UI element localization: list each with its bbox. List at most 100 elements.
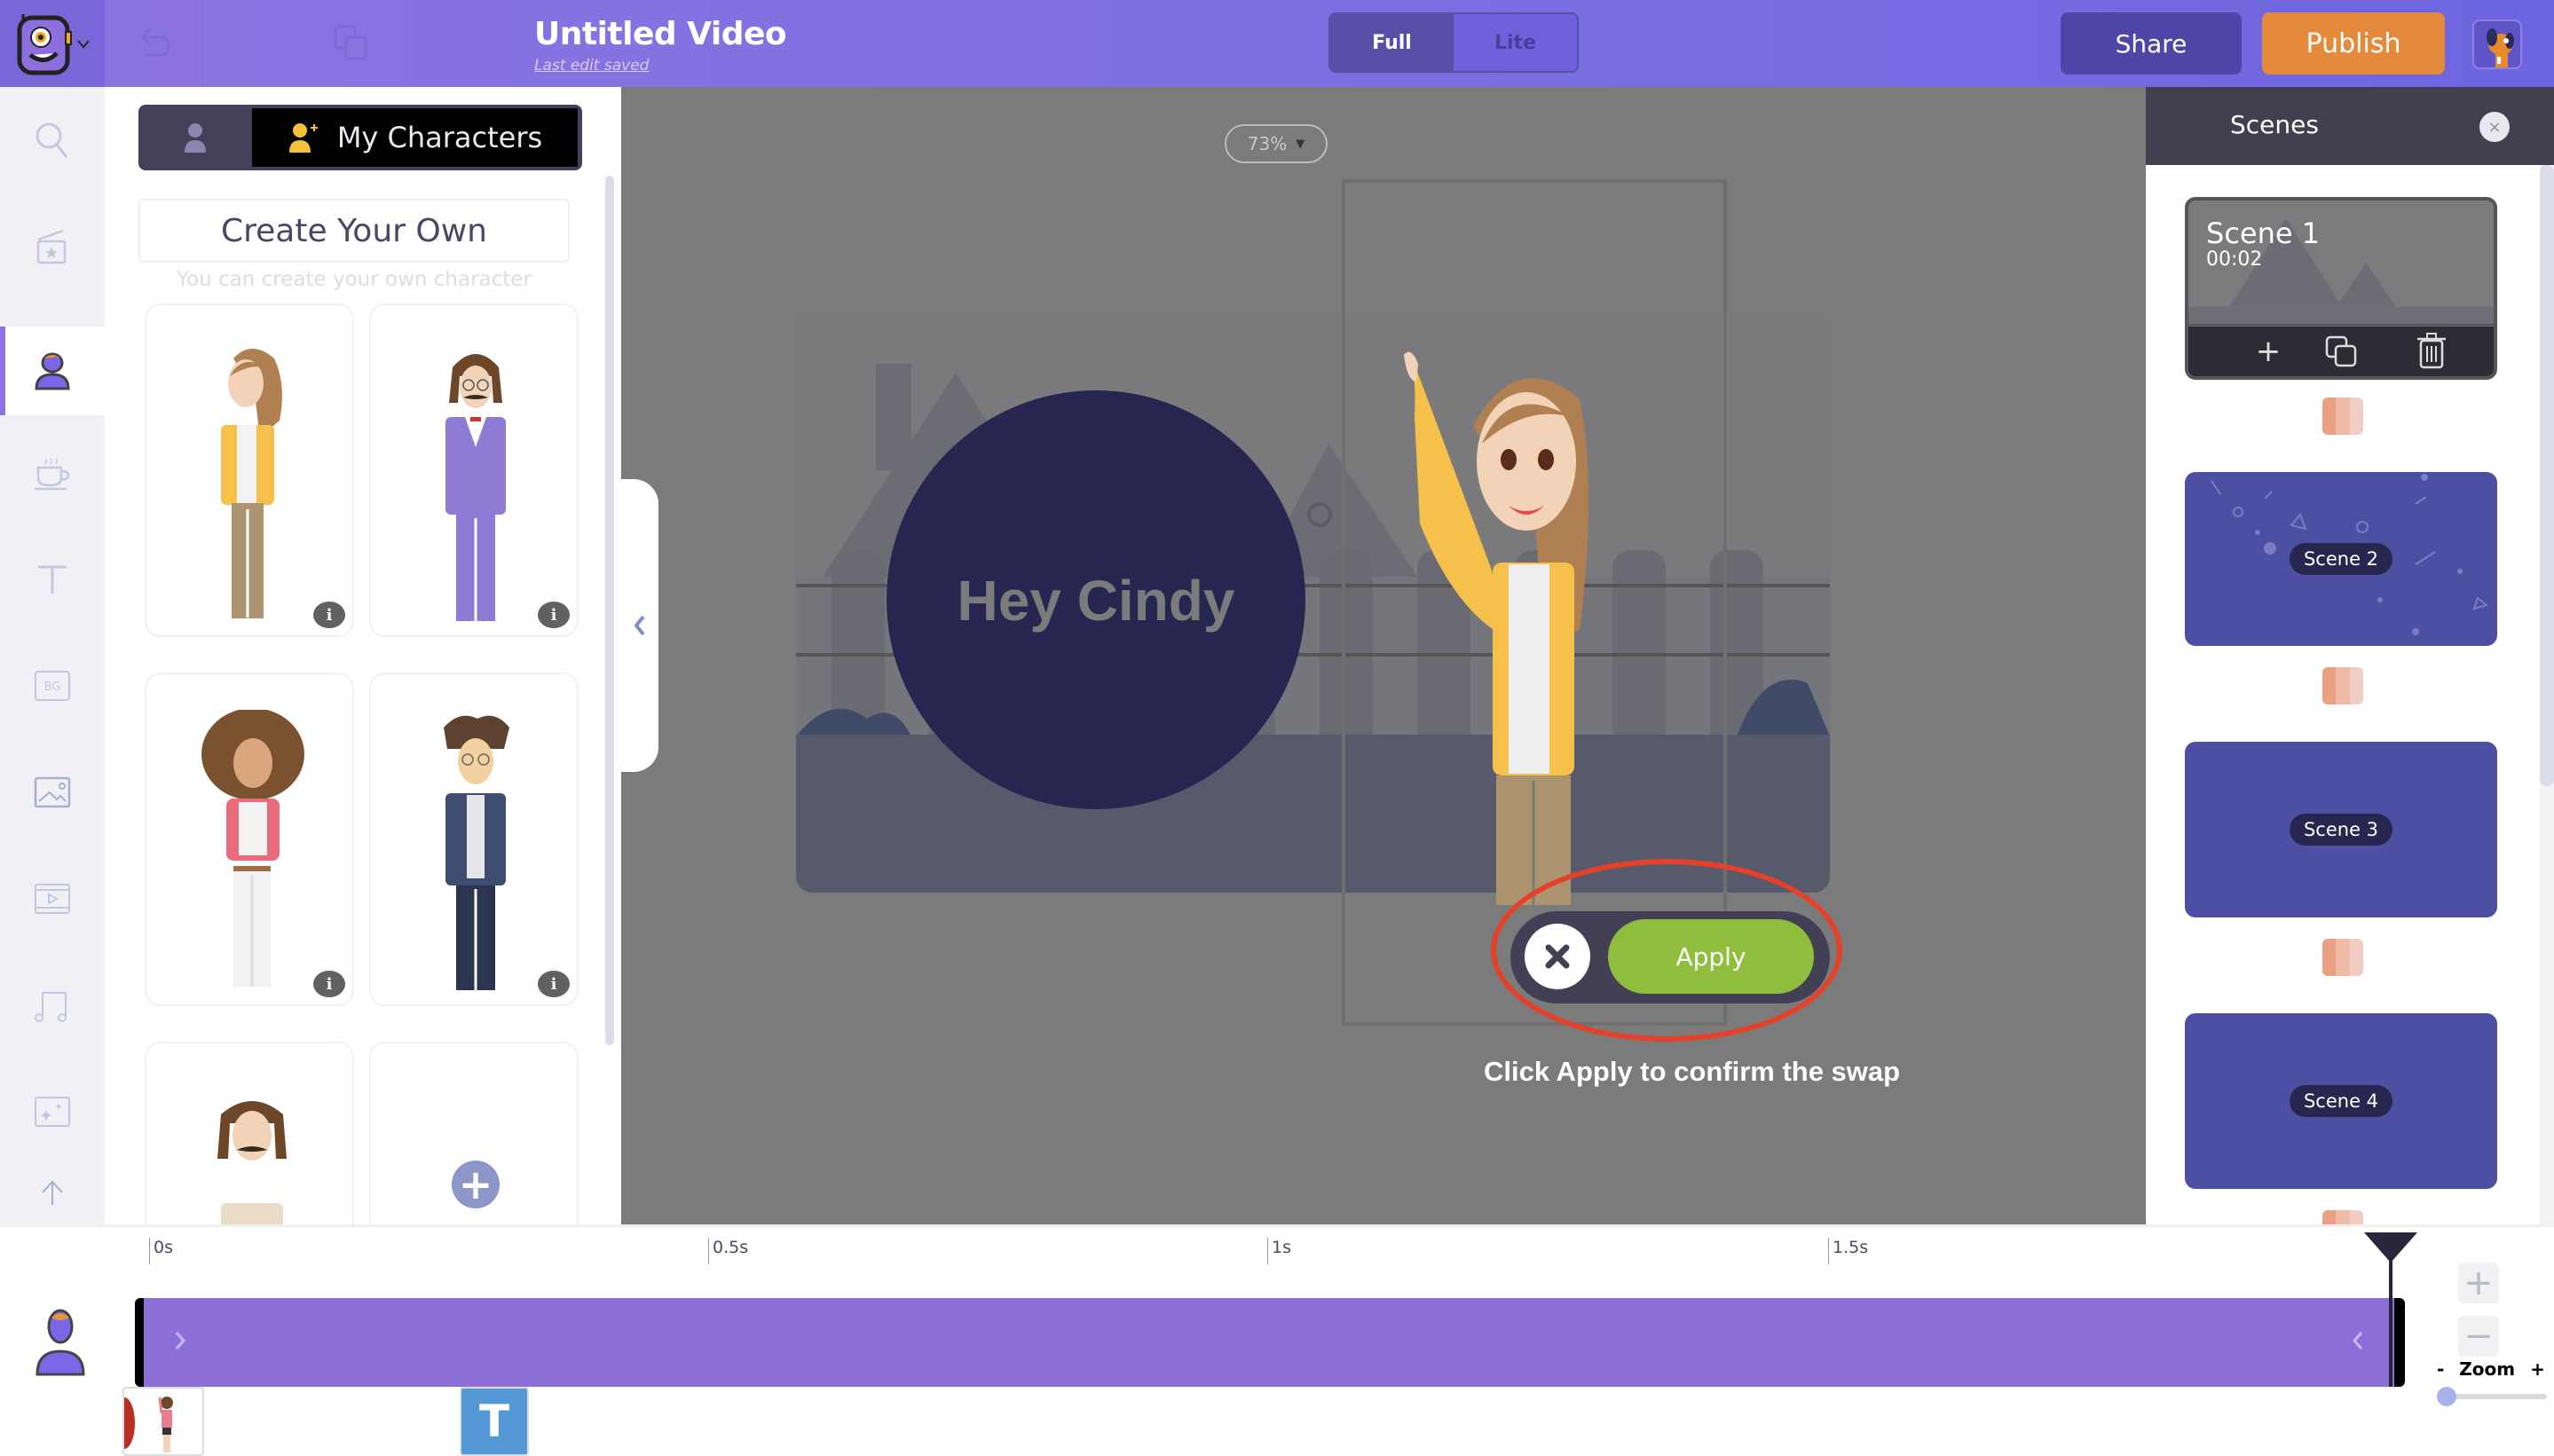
scenes-scrollbar[interactable] [2540,165,2554,1224]
props-icon [35,458,70,491]
effects-icon [35,1097,70,1127]
rail-text[interactable] [0,531,105,628]
info-icon[interactable]: i [313,602,345,628]
rail-search[interactable] [0,87,105,193]
timeline-tick: 0.5s [708,1238,748,1264]
add-person-icon [288,123,318,153]
timeline-tick: 1.5s [1828,1238,1868,1264]
cancel-swap-button[interactable] [1525,924,1590,989]
close-icon [1545,944,1570,969]
canvas-zoom-value: 73% [1247,133,1288,154]
rail-scene-templates[interactable] [0,193,105,300]
rail-upload[interactable] [0,1178,105,1224]
character-icon [35,352,70,390]
transition-button[interactable] [2322,939,2363,976]
video-title[interactable]: Untitled Video [534,16,787,52]
chevron-down-icon [77,40,90,49]
svg-text:BG: BG [44,681,61,694]
mode-lite-option[interactable]: Lite [1454,14,1577,71]
timeline-tick: 0s [149,1238,173,1264]
layer-thumbnail-character[interactable] [122,1387,204,1456]
tool-rail: BG [0,87,105,1224]
character-card[interactable]: i [369,673,579,1006]
delete-scene-icon[interactable] [2416,332,2448,369]
top-bar: Untitled Video Last edit saved Full Lite… [0,0,2554,87]
character-card[interactable]: i [145,303,354,637]
app-menu-button[interactable] [0,0,105,87]
rail-props[interactable] [0,424,105,522]
last-edit-status[interactable]: Last edit saved [534,57,649,75]
timeline: 0s 0.5s 1s 1.5s 2s T + − - Zoom + [0,1224,2554,1456]
character-woman-yellow-image [221,349,282,618]
rail-background[interactable]: BG [0,637,105,735]
layer-thumbnail-text[interactable]: T [460,1387,529,1456]
scene-2-label: Scene 2 [2289,543,2393,575]
character-man-mustache-image [217,1101,287,1228]
scene-item-1[interactable]: Scene 1 00:02 + [2185,197,2497,380]
duplicate-scene-icon[interactable] [2323,334,2359,369]
publish-button[interactable]: Publish [2262,12,2445,75]
add-scene-icon[interactable]: + [2251,334,2286,369]
scene-text-hey-cindy[interactable]: Hey Cindy [796,568,1396,634]
timeline-zoom-out-button[interactable]: − [2458,1316,2499,1357]
character-man-purple-image [445,354,506,621]
characters-panel: My Characters Create Your Own You can cr… [105,87,621,1228]
undo-button[interactable] [105,0,202,87]
scenes-scrollbar-thumb[interactable] [2540,165,2554,786]
transition-button[interactable] [2322,667,2363,704]
tab-all-characters[interactable] [138,105,252,170]
text-icon [38,565,67,594]
create-your-own-button[interactable]: Create Your Own [138,199,570,263]
user-avatar[interactable] [2472,20,2522,69]
canvas-zoom-dropdown[interactable]: 73% ▼ [1225,124,1328,163]
character-card[interactable]: i [369,303,579,637]
character-card[interactable]: i [145,673,354,1006]
timeline-zoom-slider-knob[interactable] [2437,1387,2456,1406]
rail-effects[interactable] [0,1063,105,1161]
scene-item-3[interactable]: Scene 3 [2185,742,2497,917]
music-icon [35,992,67,1022]
mode-full-option[interactable]: Full [1330,14,1454,71]
timeline-zoom-label: - Zoom + [2437,1358,2545,1380]
plus-icon: + [452,1161,500,1208]
character-layer-icon [35,1309,85,1376]
rail-images[interactable] [0,744,105,841]
chevron-left-icon[interactable] [2352,1330,2364,1351]
scene-1-label: Scene 1 [2206,216,2321,250]
info-icon[interactable]: i [538,971,570,997]
duplicate-button[interactable] [202,0,406,87]
playhead[interactable] [2389,1234,2392,1387]
characters-scrollbar[interactable] [605,176,614,1045]
info-icon[interactable]: i [538,602,570,628]
timeline-zoom-in-button[interactable]: + [2458,1263,2499,1303]
mode-toggle: Full Lite [1328,12,1579,73]
character-card[interactable] [145,1042,354,1228]
transition-button[interactable] [2322,1210,2363,1224]
timeline-zoom-slider[interactable] [2437,1387,2547,1406]
transition-button[interactable] [2322,397,2363,435]
scene-item-4[interactable]: Scene 4 [2185,1013,2497,1189]
scene-template-icon [36,229,67,264]
scene-3-label: Scene 3 [2289,814,2393,846]
rail-video[interactable] [0,850,105,948]
collapse-panel-button[interactable] [621,479,658,772]
rail-characters[interactable] [0,327,105,415]
chevron-right-icon[interactable] [174,1330,186,1351]
apply-button[interactable]: Apply [1608,919,1814,994]
share-button[interactable]: Share [2061,12,2242,75]
zoom-plus-label: + [2530,1358,2545,1380]
close-scenes-button[interactable]: × [2479,112,2510,142]
zoom-minus-label: - [2437,1358,2445,1380]
info-icon[interactable]: i [313,971,345,997]
add-character-card[interactable]: + [369,1042,579,1228]
rail-music[interactable] [0,956,105,1054]
upload-icon [42,1180,63,1205]
character-track-bar[interactable] [135,1298,2405,1387]
layer-thumbnail-shape [124,1397,135,1449]
selected-character-waving-woman[interactable] [1384,346,1677,905]
image-icon [34,776,71,808]
scene-1-duration: 00:02 [2206,248,2263,271]
chevron-left-icon [634,615,645,636]
tab-my-characters[interactable]: My Characters [252,108,578,167]
scene-item-2[interactable]: Scene 2 [2185,472,2497,646]
